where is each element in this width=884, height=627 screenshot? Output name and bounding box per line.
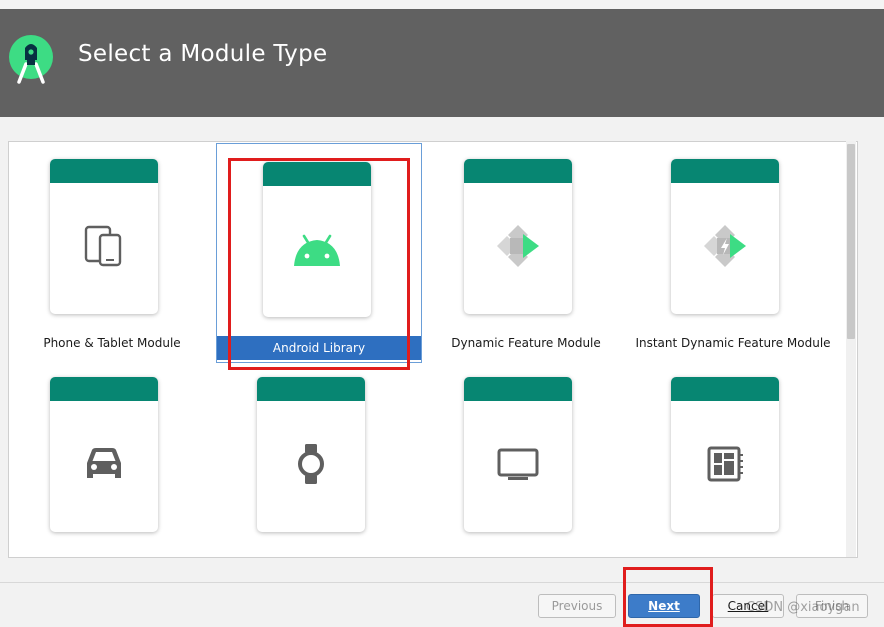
module-card xyxy=(257,377,365,532)
card-header-band xyxy=(671,159,779,183)
module-tile-things[interactable] xyxy=(630,360,836,557)
module-label: Phone & Tablet Module xyxy=(43,336,181,350)
watermark-text: CSDN @xiaoygan xyxy=(746,600,860,615)
card-header-band xyxy=(464,159,572,183)
instant-dynamic-feature-icon xyxy=(704,225,746,267)
module-card xyxy=(671,377,779,532)
highlight-box-next xyxy=(623,567,713,627)
card-header-band xyxy=(464,377,572,401)
tv-icon xyxy=(497,448,539,480)
module-tile-phone-tablet[interactable]: Phone & Tablet Module xyxy=(9,142,215,362)
module-card xyxy=(50,159,158,314)
module-tile-wear[interactable] xyxy=(216,360,422,557)
module-label: Instant Dynamic Feature Module xyxy=(635,336,831,350)
dynamic-feature-icon xyxy=(497,225,539,267)
module-card xyxy=(50,377,158,532)
scrollbar-thumb[interactable] xyxy=(847,144,855,339)
module-card xyxy=(464,159,572,314)
previous-button[interactable]: Previous xyxy=(538,594,616,618)
module-tile-tv[interactable] xyxy=(423,360,629,557)
card-header-band xyxy=(257,377,365,401)
module-card xyxy=(464,377,572,532)
page-title: Select a Module Type xyxy=(78,41,328,67)
card-header-band xyxy=(671,377,779,401)
module-tile-dynamic-feature[interactable]: Dynamic Feature Module xyxy=(423,142,629,362)
watch-icon xyxy=(298,444,324,484)
module-type-grid: Phone & Tablet Module Android Library Dy… xyxy=(8,141,858,558)
module-label: Dynamic Feature Module xyxy=(451,336,601,350)
footer-divider xyxy=(0,582,884,583)
phone-tablet-icon xyxy=(84,225,122,267)
card-header-band xyxy=(50,159,158,183)
module-tile-instant-dynamic-feature[interactable]: Instant Dynamic Feature Module xyxy=(630,142,836,362)
android-studio-logo-icon xyxy=(9,35,53,84)
things-board-icon xyxy=(707,446,743,482)
module-tile-automotive[interactable] xyxy=(9,360,215,557)
window-top-strip xyxy=(0,0,884,9)
car-icon xyxy=(87,448,121,478)
module-card xyxy=(671,159,779,314)
card-header-band xyxy=(50,377,158,401)
highlight-box-android-library xyxy=(228,158,410,370)
wizard-header: Select a Module Type xyxy=(0,9,884,117)
